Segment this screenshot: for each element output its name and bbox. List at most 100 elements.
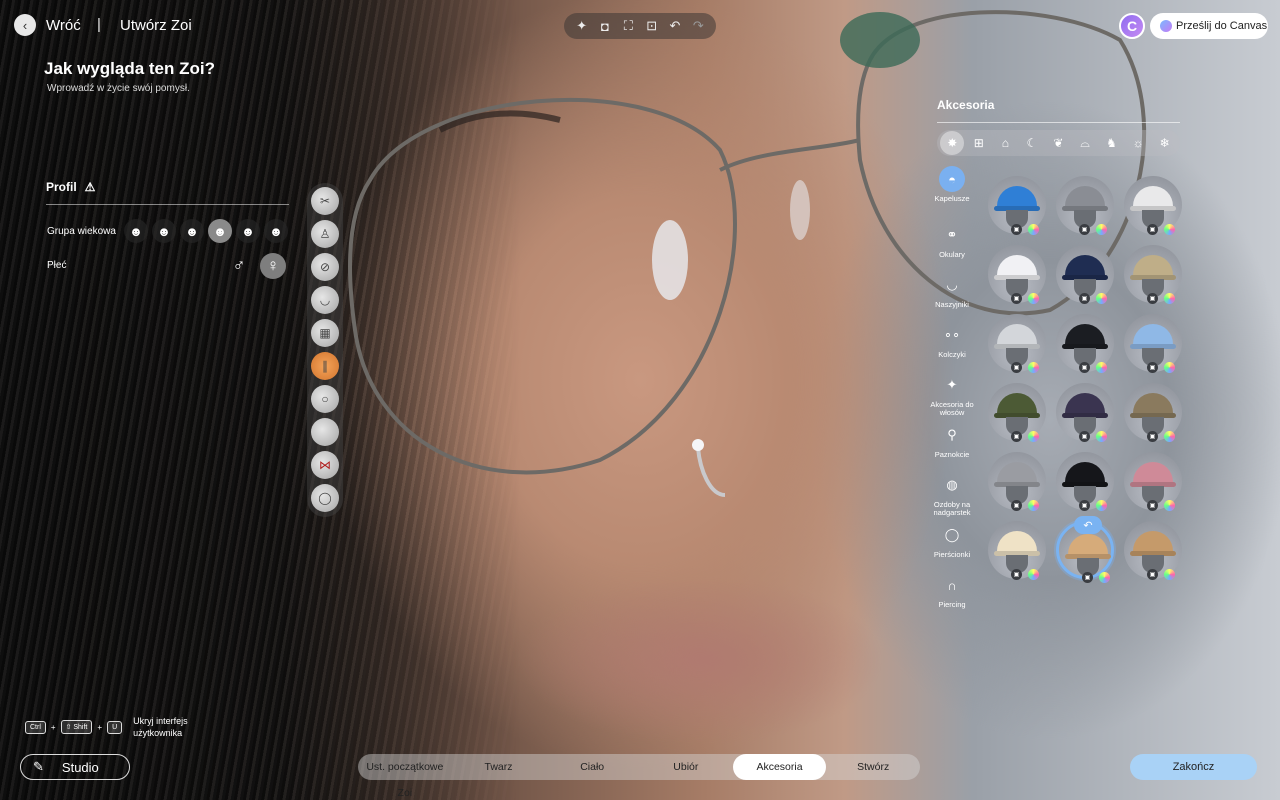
hat-item[interactable]: ▣ xyxy=(1124,452,1182,511)
hat-item[interactable]: ▣ xyxy=(1124,314,1182,373)
frame-capture-icon[interactable]: ⛶ xyxy=(618,18,638,34)
hat-item[interactable]: ▣ xyxy=(1124,245,1182,304)
color-swatch-icon[interactable] xyxy=(1028,569,1039,580)
subcat-hats[interactable]: ◓ Kapelusze xyxy=(922,166,982,203)
subcat-piercing[interactable]: ∩ Piercing xyxy=(922,572,982,609)
hat-item[interactable]: ▣ xyxy=(1056,176,1114,235)
color-swatch-icon[interactable] xyxy=(1096,500,1107,511)
subcat-nails[interactable]: ⚲ Paznokcie xyxy=(922,422,982,459)
subcat-rings[interactable]: ◯ Pierścionki xyxy=(922,522,982,559)
color-swatch-icon[interactable] xyxy=(1028,431,1039,442)
chevron-left-icon[interactable]: ‹ xyxy=(14,14,36,36)
subcat-necklaces[interactable]: ◡ Naszyjniki xyxy=(922,272,982,309)
subcat-wrist-accessories[interactable]: ◍ Ozdoby na nadgarstek xyxy=(922,472,982,517)
infant-icon[interactable]: ☻ xyxy=(124,219,148,243)
sparkle-all-icon[interactable]: ✸ xyxy=(940,131,965,155)
tab-body[interactable]: Ciało xyxy=(545,754,639,780)
variant-icon[interactable]: ▣ xyxy=(1011,569,1022,580)
moon-icon[interactable]: ☾ xyxy=(1020,131,1044,155)
gift-icon[interactable]: ⊞ xyxy=(967,131,991,155)
finish-button[interactable]: Zakończ xyxy=(1130,754,1257,780)
hat-item[interactable]: ▣ xyxy=(1124,176,1182,235)
variant-icon[interactable]: ▣ xyxy=(1011,293,1022,304)
young-adult-icon[interactable]: ☻ xyxy=(208,219,232,243)
female-icon[interactable]: ♀ xyxy=(260,253,286,279)
variant-icon[interactable]: ▣ xyxy=(1079,431,1090,442)
variant-icon[interactable]: ▣ xyxy=(1011,431,1022,442)
necklace-thumb-icon[interactable]: ◡ xyxy=(311,286,339,314)
face-focus-icon[interactable]: ⊡ xyxy=(642,18,662,34)
adult-icon[interactable]: ☻ xyxy=(236,219,260,243)
figure-thumb-icon[interactable]: ♙ xyxy=(311,220,339,248)
variant-icon[interactable]: ▣ xyxy=(1011,500,1022,511)
studio-button[interactable]: ✎ Studio xyxy=(20,754,130,780)
elder-icon[interactable]: ☻ xyxy=(264,219,288,243)
variant-icon[interactable]: ▣ xyxy=(1147,569,1158,580)
hat-item[interactable]: ▣ xyxy=(1056,383,1114,442)
camera-icon[interactable]: ◘ xyxy=(595,19,615,34)
color-swatch-icon[interactable] xyxy=(1028,293,1039,304)
undo-icon[interactable]: ↶ xyxy=(1074,516,1102,534)
male-icon[interactable]: ♂ xyxy=(226,253,252,279)
sparkle-icon[interactable]: ✦ xyxy=(572,18,592,34)
subcat-earrings[interactable]: ∘∘ Kolczyki xyxy=(922,322,982,359)
color-swatch-icon[interactable] xyxy=(1028,224,1039,235)
hat-item[interactable]: ▣ xyxy=(1124,521,1182,580)
hat-item[interactable]: ▣ xyxy=(1124,383,1182,442)
child-icon[interactable]: ☻ xyxy=(152,219,176,243)
hat-item[interactable]: ▣ xyxy=(988,314,1046,373)
variant-icon[interactable]: ▣ xyxy=(1079,224,1090,235)
back-link[interactable]: Wróć xyxy=(46,17,81,34)
subcat-hair-accessories[interactable]: ✦ Akcesoria do włosów xyxy=(922,372,982,417)
variant-icon[interactable]: ▣ xyxy=(1147,362,1158,373)
tab-zoi-presets[interactable]: Ust. początkowe Zoi xyxy=(358,754,452,799)
shoe-icon[interactable]: ⌓ xyxy=(1073,131,1097,155)
variant-icon[interactable]: ▣ xyxy=(1147,431,1158,442)
teen-icon[interactable]: ☻ xyxy=(180,219,204,243)
tab-face[interactable]: Twarz xyxy=(452,754,546,780)
color-swatch-icon[interactable] xyxy=(1164,362,1175,373)
variant-icon[interactable]: ▣ xyxy=(1147,224,1158,235)
undo-icon[interactable]: ↶ xyxy=(665,18,685,34)
tab-outfit[interactable]: Ubiór xyxy=(639,754,733,780)
snowflake-icon[interactable]: ❄ xyxy=(1153,131,1177,155)
color-swatch-icon[interactable] xyxy=(1164,431,1175,442)
hat-item[interactable]: ▣ xyxy=(1056,245,1114,304)
color-swatch-icon[interactable] xyxy=(1096,224,1107,235)
bracelet-thumb-icon[interactable]: ▦ xyxy=(311,319,339,347)
graduation-cap-icon[interactable]: ⌂ xyxy=(993,131,1017,155)
variant-icon[interactable]: ▣ xyxy=(1079,500,1090,511)
blank-thumb-icon[interactable] xyxy=(311,418,339,446)
variant-icon[interactable]: ▣ xyxy=(1011,224,1022,235)
color-swatch-icon[interactable] xyxy=(1096,293,1107,304)
color-swatch-icon[interactable] xyxy=(1028,500,1039,511)
fantasy-icon[interactable]: ❦ xyxy=(1046,131,1070,155)
variant-icon[interactable]: ▣ xyxy=(1011,362,1022,373)
tab-create[interactable]: Stwórz xyxy=(826,754,920,780)
color-swatch-icon[interactable] xyxy=(1164,293,1175,304)
hair-clip-thumb-icon[interactable]: ✂ xyxy=(311,187,339,215)
variant-icon[interactable]: ▣ xyxy=(1147,293,1158,304)
ring-thumb-icon[interactable]: ○ xyxy=(311,385,339,413)
tab-accessories[interactable]: Akcesoria xyxy=(732,754,827,780)
pet-icon[interactable]: ♞ xyxy=(1100,131,1124,155)
hat-item[interactable]: ▣ xyxy=(1056,314,1114,373)
color-swatch-icon[interactable] xyxy=(1096,362,1107,373)
sun-icon[interactable]: ☼ xyxy=(1126,131,1150,155)
hat-item[interactable]: ▣ xyxy=(988,245,1046,304)
color-swatch-icon[interactable] xyxy=(1099,572,1110,583)
earring-thumb-icon[interactable]: ◯ xyxy=(311,484,339,512)
hat-item[interactable]: ▣ xyxy=(988,176,1046,235)
hat-item[interactable]: ▣ xyxy=(1056,452,1114,511)
color-swatch-icon[interactable] xyxy=(1164,224,1175,235)
color-swatch-icon[interactable] xyxy=(1164,500,1175,511)
color-swatch-icon[interactable] xyxy=(1164,569,1175,580)
hat-item[interactable]: ▣ xyxy=(988,383,1046,442)
send-to-canvas-button[interactable]: Prześlij do Canvas xyxy=(1150,13,1268,39)
bow-thumb-icon[interactable]: ⋈ xyxy=(311,451,339,479)
color-swatch-icon[interactable] xyxy=(1028,362,1039,373)
variant-icon[interactable]: ▣ xyxy=(1079,293,1090,304)
warning-icon[interactable]: ⚠ xyxy=(85,180,96,194)
variant-icon[interactable]: ▣ xyxy=(1082,572,1093,583)
redo-icon[interactable]: ↷ xyxy=(688,18,708,34)
